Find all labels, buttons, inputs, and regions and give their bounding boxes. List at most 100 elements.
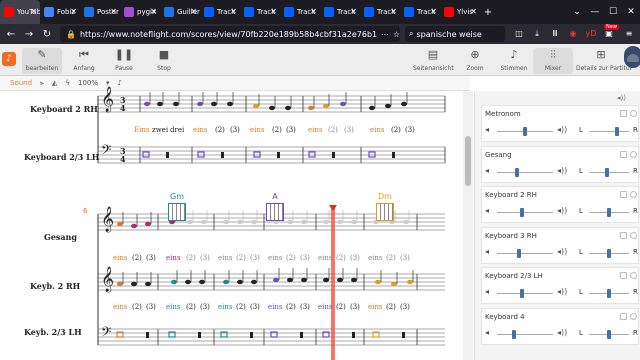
bookmark-star-icon[interactable]: ☆: [393, 30, 400, 39]
tab-close-icon[interactable]: ✕: [190, 7, 197, 17]
pocket-icon[interactable]: ◫: [512, 27, 526, 41]
channel-radio[interactable]: [630, 110, 637, 117]
minimize-icon[interactable]: —: [586, 7, 604, 17]
channel-radio[interactable]: [630, 150, 637, 158]
extension-icon[interactable]: ◉: [566, 27, 580, 41]
tab-close-icon[interactable]: ✕: [30, 7, 37, 17]
tab-list-icon[interactable]: ⌄: [568, 7, 586, 17]
note-icon[interactable]: ♪: [118, 79, 122, 87]
volume-slider-thumb[interactable]: [511, 329, 516, 339]
pan-slider-thumb[interactable]: [607, 208, 611, 217]
volume-slider-thumb[interactable]: [520, 208, 525, 217]
volume-icon[interactable]: ◂: [485, 247, 489, 256]
volume-slider-thumb[interactable]: [520, 289, 525, 298]
toolbar-zoom-button[interactable]: ⊕ Zoom: [455, 48, 495, 72]
channel-radio[interactable]: [630, 312, 637, 320]
pan-slider-thumb[interactable]: [605, 167, 609, 177]
browser-tab[interactable]: pygix ✕: [120, 0, 160, 24]
maximize-icon[interactable]: ☐: [604, 7, 622, 17]
volume-slider-track[interactable]: [497, 252, 553, 254]
tab-close-icon[interactable]: ✕: [470, 7, 477, 17]
sound-label[interactable]: Sound: [10, 79, 32, 87]
volume-slider-track[interactable]: [497, 333, 553, 335]
browser-tab[interactable]: YouTube✕: [0, 0, 40, 24]
browser-tab[interactable]: Ylvis ✕: [440, 0, 480, 24]
browser-tab[interactable]: Track ✕: [400, 0, 440, 24]
volume-icon[interactable]: ◂: [485, 328, 489, 337]
pan-slider-thumb[interactable]: [607, 248, 611, 258]
volume-slider-thumb[interactable]: [517, 248, 522, 258]
channel-radio[interactable]: [630, 191, 637, 198]
browser-tab[interactable]: Track ✕: [360, 0, 400, 24]
volume-icon[interactable]: ◂: [485, 125, 489, 134]
reload-icon[interactable]: ↻: [40, 29, 54, 40]
channel-radio[interactable]: [630, 231, 637, 239]
url-text[interactable]: https://www.noteflight.com/scores/view/7…: [80, 30, 377, 39]
search-bar[interactable]: ⌕: [405, 26, 505, 42]
more-icon[interactable]: ⋯: [381, 30, 389, 39]
url-bar[interactable]: 🔒 https://www.noteflight.com/scores/view…: [60, 26, 400, 42]
pause-button[interactable]: ❚❚ Pause: [104, 48, 144, 72]
tab-close-icon[interactable]: ✕: [150, 7, 157, 17]
pan-slider-track[interactable]: [589, 131, 629, 132]
browser-tab[interactable]: Track ✕: [280, 0, 320, 24]
tab-close-icon[interactable]: ✕: [270, 7, 277, 17]
speaker-icon[interactable]: ◂)): [557, 287, 567, 296]
tab-close-icon[interactable]: ✕: [430, 7, 437, 17]
chord-diagram[interactable]: [168, 203, 186, 221]
search-input[interactable]: [416, 29, 497, 39]
tempo-icon[interactable]: ϟ: [65, 79, 70, 87]
pan-slider-track[interactable]: [589, 171, 629, 173]
speaker-icon[interactable]: ◂)): [557, 166, 567, 175]
downloads-icon[interactable]: ⤓: [530, 27, 544, 41]
noteflight-logo[interactable]: ♪: [2, 52, 16, 66]
pan-slider-thumb[interactable]: [607, 289, 611, 298]
browser-tab[interactable]: Guiller ✕: [160, 0, 200, 24]
toolbar-guitar-button[interactable]: ♪ Stimmen: [494, 48, 534, 72]
channel-checkbox[interactable]: [620, 272, 627, 279]
browser-tab[interactable]: Track ✕: [240, 0, 280, 24]
channel-radio[interactable]: [630, 272, 637, 279]
channel-checkbox[interactable]: [620, 150, 627, 158]
stop-button[interactable]: ■ Stop: [144, 48, 184, 72]
channel-checkbox[interactable]: [620, 312, 627, 320]
browser-tab[interactable]: Fobiz ✕: [40, 0, 80, 24]
toolbar-page-view-button[interactable]: ▤ Seitenansicht: [413, 48, 454, 72]
forward-icon[interactable]: →: [22, 29, 36, 40]
tab-close-icon[interactable]: ✕: [350, 7, 357, 17]
browser-tab[interactable]: Track ✕: [200, 0, 240, 24]
yandex-icon[interactable]: yD: [584, 27, 598, 41]
pan-slider-thumb[interactable]: [615, 127, 619, 136]
chord-diagram[interactable]: [376, 203, 394, 221]
metronome-icon[interactable]: ◭: [52, 79, 57, 87]
anfang-button[interactable]: ⏮ Anfang: [64, 48, 104, 72]
speaker-icon[interactable]: ◂)): [557, 125, 567, 134]
channel-checkbox[interactable]: [620, 110, 627, 117]
volume-icon[interactable]: ◂: [485, 287, 489, 296]
new-tab-icon[interactable]: +: [480, 7, 496, 18]
tab-close-icon[interactable]: ✕: [390, 7, 397, 17]
library-icon[interactable]: Ⅲ: [548, 27, 562, 41]
tab-close-icon[interactable]: ✕: [230, 7, 237, 17]
volume-slider-thumb[interactable]: [523, 127, 527, 136]
volume-slider-track[interactable]: [497, 212, 553, 213]
tab-close-icon[interactable]: ✕: [110, 7, 117, 17]
score-scroll-thumb[interactable]: [465, 136, 471, 186]
close-window-icon[interactable]: ✕: [622, 7, 640, 17]
tab-close-icon[interactable]: ✕: [70, 7, 77, 17]
browser-tab[interactable]: Poster ✕: [80, 0, 120, 24]
channel-checkbox[interactable]: [620, 231, 627, 239]
zoom-dropdown-icon[interactable]: ▾: [106, 79, 110, 87]
channel-checkbox[interactable]: [620, 191, 627, 198]
volume-icon[interactable]: ◂: [485, 166, 489, 175]
score-scrollbar[interactable]: [463, 91, 473, 360]
volume-slider-track[interactable]: [497, 171, 553, 173]
volume-slider-thumb[interactable]: [514, 167, 519, 177]
mixer-small-icon[interactable]: ⫸: [40, 79, 44, 88]
browser-tab[interactable]: Track ✕: [320, 0, 360, 24]
speaker-icon[interactable]: ◂)): [557, 206, 567, 215]
speaker-icon[interactable]: ◂)): [557, 328, 567, 337]
volume-icon[interactable]: ◂: [485, 206, 489, 215]
toolbar-mixer-button[interactable]: ⫶⫶ Mixer: [533, 48, 573, 74]
pan-slider-thumb[interactable]: [607, 329, 611, 339]
